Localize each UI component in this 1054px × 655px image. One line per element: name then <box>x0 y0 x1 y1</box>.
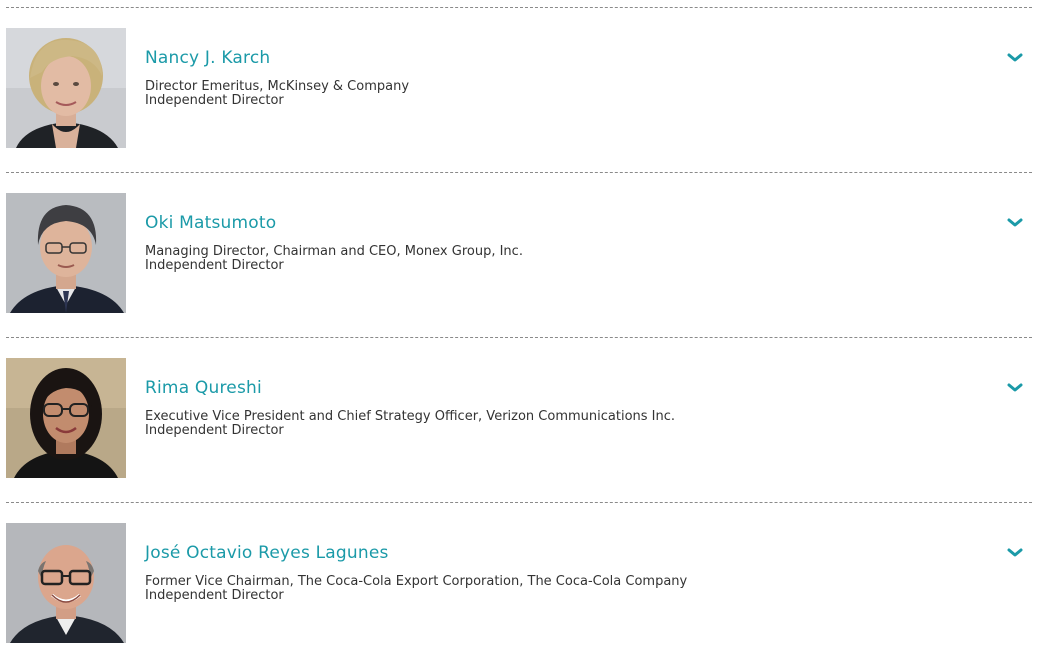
director-description: Executive Vice President and Chief Strat… <box>145 410 675 438</box>
director-role: Independent Director <box>145 588 284 603</box>
director-title: Former Vice Chairman, The Coca-Cola Expo… <box>145 574 688 589</box>
director-role: Independent Director <box>145 258 284 273</box>
director-name[interactable]: Rima Qureshi <box>145 378 262 398</box>
chevron-down-icon[interactable] <box>1006 50 1024 64</box>
director-title: Executive Vice President and Chief Strat… <box>145 409 676 424</box>
chevron-down-icon[interactable] <box>1006 545 1024 559</box>
director-row-oki-matsumoto[interactable]: Oki Matsumoto Managing Director, Chairma… <box>6 193 1032 313</box>
chevron-down-icon[interactable] <box>1006 380 1024 394</box>
director-photo <box>6 523 126 643</box>
chevron-down-icon[interactable] <box>1006 215 1024 229</box>
director-description: Former Vice Chairman, The Coca-Cola Expo… <box>145 575 687 603</box>
director-role: Independent Director <box>145 423 284 438</box>
director-photo <box>6 193 126 313</box>
director-name[interactable]: Oki Matsumoto <box>145 213 276 233</box>
director-row-nancy-karch[interactable]: Nancy J. Karch Director Emeritus, McKins… <box>6 28 1032 148</box>
director-description: Director Emeritus, McKinsey & Company In… <box>145 80 409 108</box>
director-photo <box>6 358 126 478</box>
director-name[interactable]: Nancy J. Karch <box>145 48 270 68</box>
director-role: Independent Director <box>145 93 284 108</box>
director-description: Managing Director, Chairman and CEO, Mon… <box>145 245 523 273</box>
director-title: Managing Director, Chairman and CEO, Mon… <box>145 244 523 259</box>
divider <box>6 7 1032 8</box>
divider <box>6 172 1032 173</box>
director-title: Director Emeritus, McKinsey & Company <box>145 79 410 94</box>
director-row-jose-reyes-lagunes[interactable]: José Octavio Reyes Lagunes Former Vice C… <box>6 523 1032 643</box>
divider <box>6 502 1032 503</box>
divider <box>6 337 1032 338</box>
director-name[interactable]: José Octavio Reyes Lagunes <box>145 543 389 563</box>
director-row-rima-qureshi[interactable]: Rima Qureshi Executive Vice President an… <box>6 358 1032 478</box>
director-photo <box>6 28 126 148</box>
